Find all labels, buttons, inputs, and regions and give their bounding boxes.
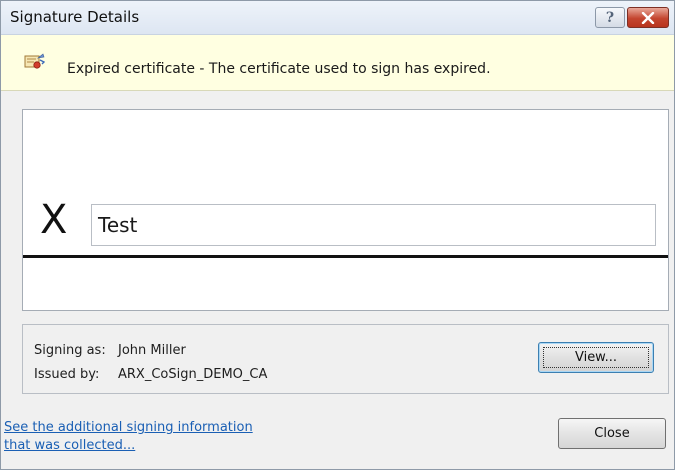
view-certificate-button[interactable]: View... (538, 342, 654, 373)
signing-as-value: John Miller (118, 343, 186, 358)
info-bar: Expired certificate - The certificate us… (1, 35, 674, 91)
info-message: Expired certificate - The certificate us… (67, 61, 491, 77)
signature-line (23, 255, 668, 258)
close-icon (641, 11, 655, 24)
expired-certificate-icon (24, 53, 45, 69)
close-button[interactable]: Close (558, 418, 666, 449)
window-title: Signature Details (10, 8, 140, 26)
link-line-2: that was collected... (4, 438, 136, 453)
title-bar: Signature Details ? (1, 1, 674, 35)
signing-as-label: Signing as: (34, 343, 106, 358)
link-line-1: See the additional signing information (4, 420, 253, 435)
close-window-button[interactable] (627, 7, 669, 28)
focus-rectangle (543, 347, 649, 368)
help-button[interactable]: ? (595, 7, 625, 28)
signer-name: Test (98, 213, 138, 237)
close-button-label: Close (594, 426, 630, 441)
signing-details-group: Signing as: John Miller Issued by: ARX_C… (22, 324, 669, 394)
issued-by-label: Issued by: (34, 367, 100, 382)
question-mark-icon: ? (605, 9, 615, 26)
signer-name-box: Test (91, 204, 656, 246)
signature-area: X Test (22, 109, 669, 311)
signature-x-mark: X (40, 197, 68, 243)
issued-by-value: ARX_CoSign_DEMO_CA (118, 367, 268, 382)
signature-details-dialog: Signature Details ? Expired certificate … (0, 0, 675, 470)
additional-info-link[interactable]: See the additional signing information t… (4, 419, 334, 455)
